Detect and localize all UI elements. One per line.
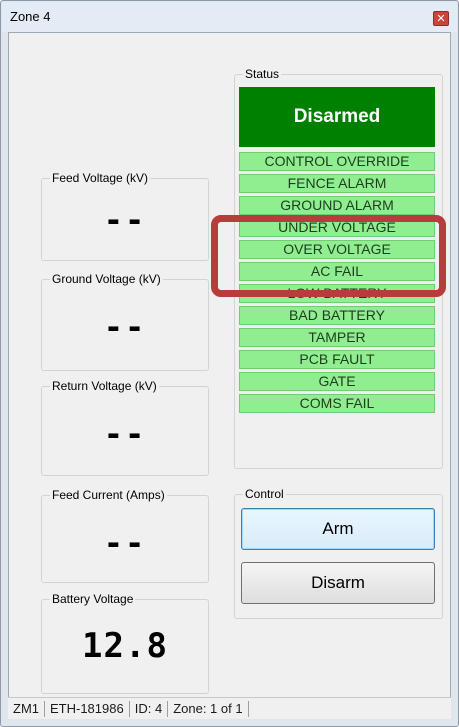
close-icon[interactable]: ✕ xyxy=(433,11,449,26)
control-label: Control xyxy=(243,487,286,501)
feed-current-label: Feed Current (Amps) xyxy=(50,488,167,502)
statusbar-device: ETH-181986 xyxy=(45,700,130,717)
control-group: Control Arm Disarm xyxy=(234,487,443,619)
feed-current-group: Feed Current (Amps) -- xyxy=(41,488,209,583)
disarm-button[interactable]: Disarm xyxy=(241,562,435,604)
status-bar: ZM1 ETH-181986 ID: 4 Zone: 1 of 1 xyxy=(8,697,451,719)
feed-voltage-label: Feed Voltage (kV) xyxy=(50,171,151,185)
statusbar-zone-module: ZM1 xyxy=(8,700,45,717)
ground-voltage-label: Ground Voltage (kV) xyxy=(50,272,163,286)
status-gate: GATE xyxy=(239,372,435,391)
status-coms-fail: COMS FAIL xyxy=(239,394,435,413)
statusbar-zone-count: Zone: 1 of 1 xyxy=(168,700,249,717)
status-bad-battery: BAD BATTERY xyxy=(239,306,435,325)
title-bar: Zone 4 ✕ xyxy=(2,2,457,32)
window-title: Zone 4 xyxy=(10,9,51,24)
feed-current-value: -- xyxy=(103,524,147,562)
return-voltage-value: -- xyxy=(103,415,147,453)
feed-voltage-group: Feed Voltage (kV) -- xyxy=(41,171,209,261)
status-tamper: TAMPER xyxy=(239,328,435,347)
status-label: Status xyxy=(243,67,282,81)
zone-panel: Feed Voltage (kV) -- Ground Voltage (kV)… xyxy=(8,32,451,718)
battery-voltage-group: Battery Voltage 12.8 xyxy=(41,592,209,694)
feed-voltage-value: -- xyxy=(103,201,147,239)
battery-voltage-label: Battery Voltage xyxy=(50,592,136,606)
ground-voltage-value: -- xyxy=(103,308,147,346)
zone-window: Zone 4 ✕ Feed Voltage (kV) -- Ground Vol… xyxy=(0,0,459,727)
return-voltage-label: Return Voltage (kV) xyxy=(50,379,159,393)
statusbar-id: ID: 4 xyxy=(130,700,169,717)
status-control-override: CONTROL OVERRIDE xyxy=(239,152,435,171)
arm-button[interactable]: Arm xyxy=(241,508,435,550)
status-fence-alarm: FENCE ALARM xyxy=(239,174,435,193)
status-pcb-fault: PCB FAULT xyxy=(239,350,435,369)
arm-state-banner: Disarmed xyxy=(239,87,435,147)
ground-voltage-group: Ground Voltage (kV) -- xyxy=(41,272,209,371)
highlight-annotation xyxy=(211,215,446,297)
return-voltage-group: Return Voltage (kV) -- xyxy=(41,379,209,476)
battery-voltage-value: 12.8 xyxy=(82,626,168,666)
status-ground-alarm: GROUND ALARM xyxy=(239,196,435,215)
